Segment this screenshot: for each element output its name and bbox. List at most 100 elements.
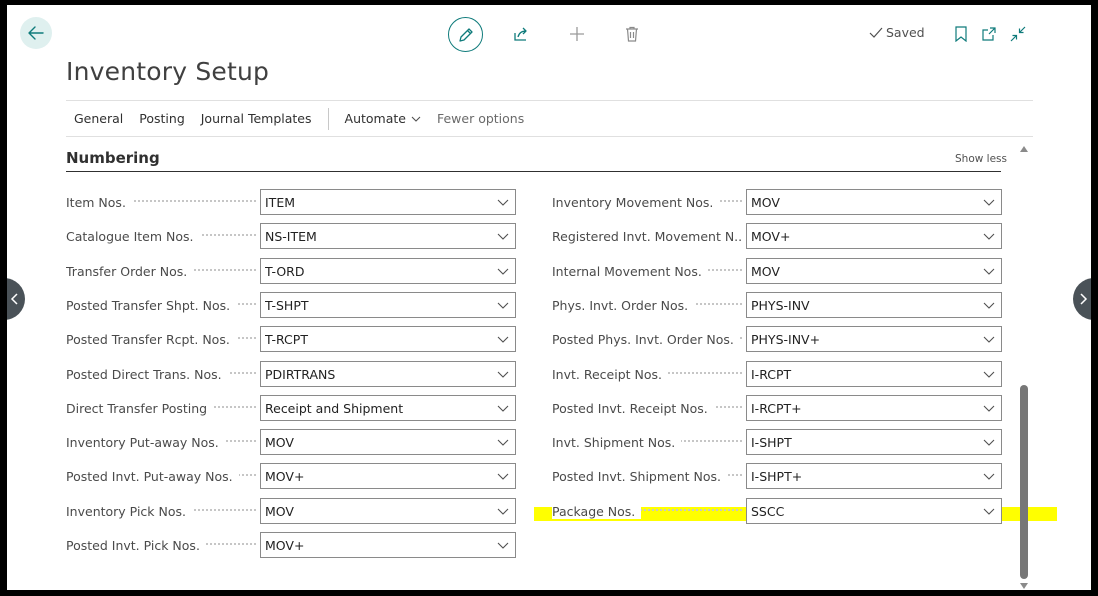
field-row-inventory-pick-nos: Inventory Pick Nos. [66, 498, 256, 524]
select-posted-invt-pick-nos[interactable]: MOV+ [260, 532, 516, 558]
action-bar: General Posting Journal Templates Automa… [66, 100, 1033, 137]
action-fewer-options[interactable]: Fewer options [429, 111, 532, 126]
trash-icon [625, 26, 639, 42]
delete-button[interactable] [621, 23, 643, 45]
section-title[interactable]: Numbering [66, 149, 160, 167]
select-posted-invt-put-away-nos[interactable]: MOV+ [260, 463, 516, 489]
select-value: NS-ITEM [265, 228, 317, 244]
chevron-down-icon [491, 371, 515, 378]
field-label: Posted Transfer Rcpt. Nos. [66, 331, 256, 347]
field-row-internal-movement-nos: Internal Movement Nos. [552, 258, 742, 284]
select-inventory-movement-nos[interactable]: MOV [746, 189, 1002, 215]
field-row-invt-shipment-nos: Invt. Shipment Nos. [552, 429, 742, 455]
show-less-link[interactable]: Show less [955, 153, 1007, 165]
select-direct-transfer-posting[interactable]: Receipt and Shipment [260, 395, 516, 421]
select-posted-direct-trans-nos[interactable]: PDIRTRANS [260, 361, 516, 387]
action-posting[interactable]: Posting [131, 111, 192, 126]
select-transfer-order-nos[interactable]: T-ORD [260, 258, 516, 284]
field-label: Posted Transfer Shpt. Nos. [66, 297, 256, 313]
chevron-down-icon [491, 199, 515, 206]
field-label-text: Posted Direct Trans. Nos. [66, 366, 228, 382]
select-invt-receipt-nos[interactable]: I-RCPT [746, 361, 1002, 387]
field-label-text: Inventory Pick Nos. [66, 503, 192, 519]
field-label: Posted Direct Trans. Nos. [66, 366, 256, 382]
field-row-catalogue-item-nos: Catalogue Item Nos. [66, 223, 256, 249]
select-invt-shipment-nos[interactable]: I-SHPT [746, 429, 1002, 455]
chevron-down-icon [491, 405, 515, 412]
collapse-button[interactable] [1007, 23, 1029, 45]
action-automate[interactable]: Automate [337, 111, 429, 126]
select-posted-phys-invt-order-nos[interactable]: PHYS-INV+ [746, 326, 1002, 352]
field-label-text: Package Nos. [552, 503, 642, 519]
chevron-down-icon [491, 302, 515, 309]
field-row-direct-transfer-posting: Direct Transfer Posting [66, 395, 256, 421]
select-internal-movement-nos[interactable]: MOV [746, 258, 1002, 284]
field-label-text: Posted Invt. Put-away Nos. [66, 468, 239, 484]
field-label: Internal Movement Nos. [552, 263, 742, 279]
field-row-item-nos: Item Nos. [66, 189, 256, 215]
select-posted-invt-shipment-nos[interactable]: I-SHPT+ [746, 463, 1002, 489]
chevron-down-icon [977, 233, 1001, 240]
share-button[interactable] [510, 23, 532, 45]
field-label: Phys. Invt. Order Nos. [552, 297, 742, 313]
select-item-nos[interactable]: ITEM [260, 189, 516, 215]
field-label: Posted Phys. Invt. Order Nos. [552, 331, 742, 347]
scroll-down-icon[interactable] [1019, 582, 1029, 590]
field-label-text: Posted Transfer Shpt. Nos. [66, 297, 237, 313]
open-new-window-button[interactable] [978, 23, 1000, 45]
select-catalogue-item-nos[interactable]: NS-ITEM [260, 223, 516, 249]
chevron-right-icon [1080, 293, 1088, 305]
select-posted-invt-receipt-nos[interactable]: I-RCPT+ [746, 395, 1002, 421]
field-label: Invt. Shipment Nos. [552, 434, 742, 450]
select-value: I-RCPT+ [751, 400, 802, 416]
chevron-down-icon [977, 473, 1001, 480]
select-value: PHYS-INV+ [751, 331, 821, 347]
field-label-text: Invt. Receipt Nos. [552, 366, 668, 382]
field-row-posted-invt-put-away-nos: Posted Invt. Put-away Nos. [66, 463, 256, 489]
select-value: PDIRTRANS [265, 366, 336, 382]
select-value: MOV [751, 194, 780, 210]
back-button[interactable] [20, 17, 52, 49]
field-label-text: Item Nos. [66, 194, 132, 210]
select-inventory-put-away-nos[interactable]: MOV [260, 429, 516, 455]
field-label-text: Posted Transfer Rcpt. Nos. [66, 331, 236, 347]
select-value: T-ORD [265, 263, 305, 279]
field-label-text: Registered Invt. Movement N... [552, 228, 742, 244]
select-package-nos[interactable]: SSCC [746, 498, 1002, 524]
saved-status: Saved [869, 25, 925, 40]
action-journal-templates[interactable]: Journal Templates [193, 111, 320, 126]
chevron-down-icon [977, 268, 1001, 275]
select-posted-transfer-shpt-nos[interactable]: T-SHPT [260, 292, 516, 318]
previous-record-button[interactable] [7, 278, 25, 320]
field-label: Inventory Put-away Nos. [66, 434, 256, 450]
select-value: MOV+ [265, 468, 305, 484]
next-record-button[interactable] [1073, 278, 1091, 320]
select-phys-invt-order-nos[interactable]: PHYS-INV [746, 292, 1002, 318]
select-posted-transfer-rcpt-nos[interactable]: T-RCPT [260, 326, 516, 352]
field-label-text: Catalogue Item Nos. [66, 228, 200, 244]
chevron-down-icon [491, 336, 515, 343]
scroll-up-icon[interactable] [1019, 145, 1029, 153]
select-inventory-pick-nos[interactable]: MOV [260, 498, 516, 524]
action-automate-label: Automate [344, 111, 406, 126]
chevron-down-icon [977, 439, 1001, 446]
field-row-posted-invt-receipt-nos: Posted Invt. Receipt Nos. [552, 395, 742, 421]
new-button[interactable] [566, 23, 588, 45]
field-label: Posted Invt. Put-away Nos. [66, 468, 256, 484]
action-separator [327, 107, 329, 130]
select-value: MOV [265, 434, 294, 450]
chevron-down-icon [977, 405, 1001, 412]
open-new-window-icon [981, 26, 997, 42]
field-row-posted-phys-invt-order-nos: Posted Phys. Invt. Order Nos. [552, 326, 742, 352]
chevron-down-icon [491, 542, 515, 549]
select-value: I-RCPT [751, 366, 792, 382]
scrollbar-thumb[interactable] [1020, 385, 1028, 579]
bookmark-button[interactable] [950, 23, 972, 45]
edit-button[interactable] [448, 17, 483, 52]
chevron-down-icon [977, 371, 1001, 378]
field-label: Registered Invt. Movement N... [552, 228, 742, 244]
action-general[interactable]: General [66, 111, 131, 126]
select-registered-invt-movement-n[interactable]: MOV+ [746, 223, 1002, 249]
field-label-text: Inventory Movement Nos. [552, 194, 720, 210]
field-label-text: Invt. Shipment Nos. [552, 434, 682, 450]
